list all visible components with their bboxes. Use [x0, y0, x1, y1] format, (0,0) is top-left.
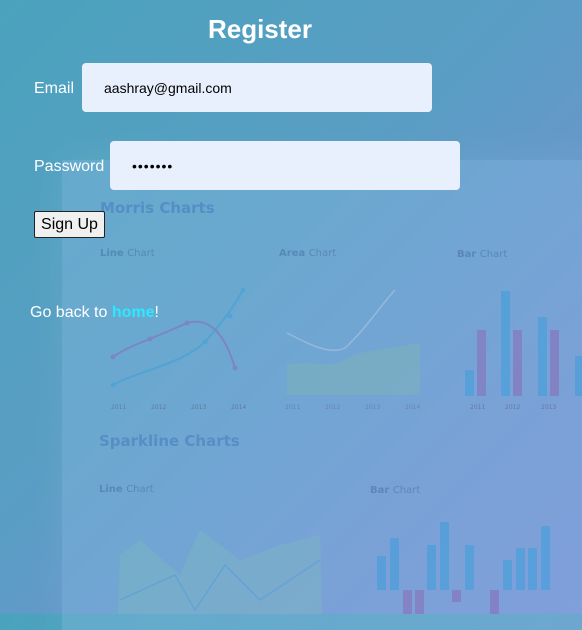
svg-text:2012: 2012 — [151, 404, 166, 411]
background-bar-chart: 2011 2012 2013 — [465, 291, 582, 411]
back-home-text: Go back to home! — [30, 304, 159, 321]
svg-text:2011: 2011 — [111, 404, 126, 411]
svg-text:2011: 2011 — [470, 404, 485, 411]
background-sparkline-line — [118, 530, 322, 614]
background-area-chart: 2011 2012 2013 2014 — [285, 289, 420, 411]
svg-text:2014: 2014 — [231, 404, 246, 411]
svg-text:2013: 2013 — [191, 404, 206, 411]
password-input[interactable] — [110, 141, 460, 190]
svg-text:2014: 2014 — [405, 404, 420, 411]
svg-text:2011: 2011 — [285, 404, 300, 411]
svg-text:2012: 2012 — [325, 404, 340, 411]
svg-text:2013: 2013 — [541, 404, 556, 411]
svg-text:2013: 2013 — [365, 404, 380, 411]
page-title: Register — [207, 14, 313, 44]
svg-text:2012: 2012 — [505, 404, 520, 411]
password-label: Password — [34, 158, 105, 175]
sign-up-button[interactable]: Sign Up — [34, 211, 105, 238]
email-label: Email — [34, 80, 75, 97]
background-sparkline-bars — [377, 522, 550, 614]
home-link[interactable]: home — [112, 304, 155, 321]
email-input[interactable] — [82, 63, 432, 112]
